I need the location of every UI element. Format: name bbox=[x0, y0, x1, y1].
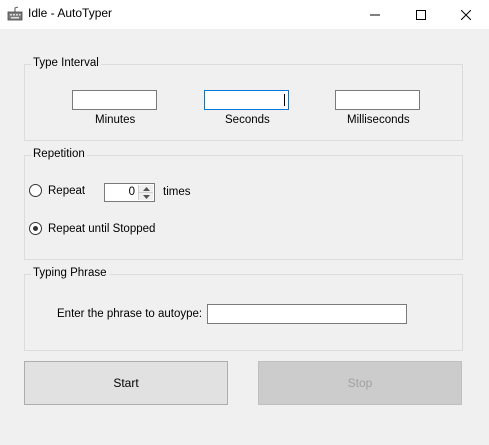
minutes-input[interactable] bbox=[72, 90, 157, 110]
repetition-group: Repetition bbox=[24, 148, 463, 260]
text-caret bbox=[284, 94, 285, 106]
repeat-until-stopped-label[interactable]: Repeat until Stopped bbox=[48, 223, 155, 235]
minutes-label: Minutes bbox=[95, 114, 136, 126]
repetition-title: Repetition bbox=[31, 148, 87, 160]
times-label: times bbox=[163, 186, 191, 198]
repeat-count-stepper[interactable]: 0 bbox=[104, 183, 155, 202]
milliseconds-input[interactable] bbox=[335, 90, 420, 110]
maximize-button[interactable] bbox=[398, 0, 444, 29]
keyboard-icon bbox=[7, 6, 23, 21]
maximize-icon bbox=[416, 9, 426, 20]
stepper-buttons bbox=[138, 185, 153, 200]
minimize-button[interactable] bbox=[352, 0, 398, 29]
repeat-count-value[interactable]: 0 bbox=[129, 186, 135, 198]
close-button[interactable] bbox=[443, 0, 489, 29]
repeat-label[interactable]: Repeat bbox=[48, 185, 85, 197]
start-button[interactable]: Start bbox=[24, 361, 228, 405]
window-title: Idle - AutoTyper bbox=[28, 6, 113, 20]
radio-selected-dot bbox=[33, 226, 38, 231]
repeat-until-stopped-radio[interactable] bbox=[29, 222, 42, 235]
minimize-icon bbox=[370, 14, 380, 15]
seconds-label: Seconds bbox=[225, 114, 270, 126]
stepper-down-button[interactable] bbox=[139, 193, 153, 200]
seconds-input[interactable] bbox=[204, 90, 289, 110]
close-icon bbox=[461, 9, 471, 20]
stepper-up-button[interactable] bbox=[139, 185, 153, 193]
milliseconds-label: Milliseconds bbox=[347, 114, 410, 126]
phrase-prompt-label: Enter the phrase to autoype: bbox=[57, 308, 203, 320]
repeat-radio[interactable] bbox=[29, 184, 42, 197]
chevron-up-icon bbox=[142, 186, 150, 191]
type-interval-title: Type Interval bbox=[31, 57, 101, 69]
stop-button[interactable]: Stop bbox=[258, 361, 462, 405]
chevron-down-icon bbox=[142, 194, 150, 199]
phrase-input[interactable] bbox=[207, 304, 407, 324]
title-bar: Idle - AutoTyper bbox=[0, 0, 489, 29]
typing-phrase-title: Typing Phrase bbox=[31, 267, 109, 279]
